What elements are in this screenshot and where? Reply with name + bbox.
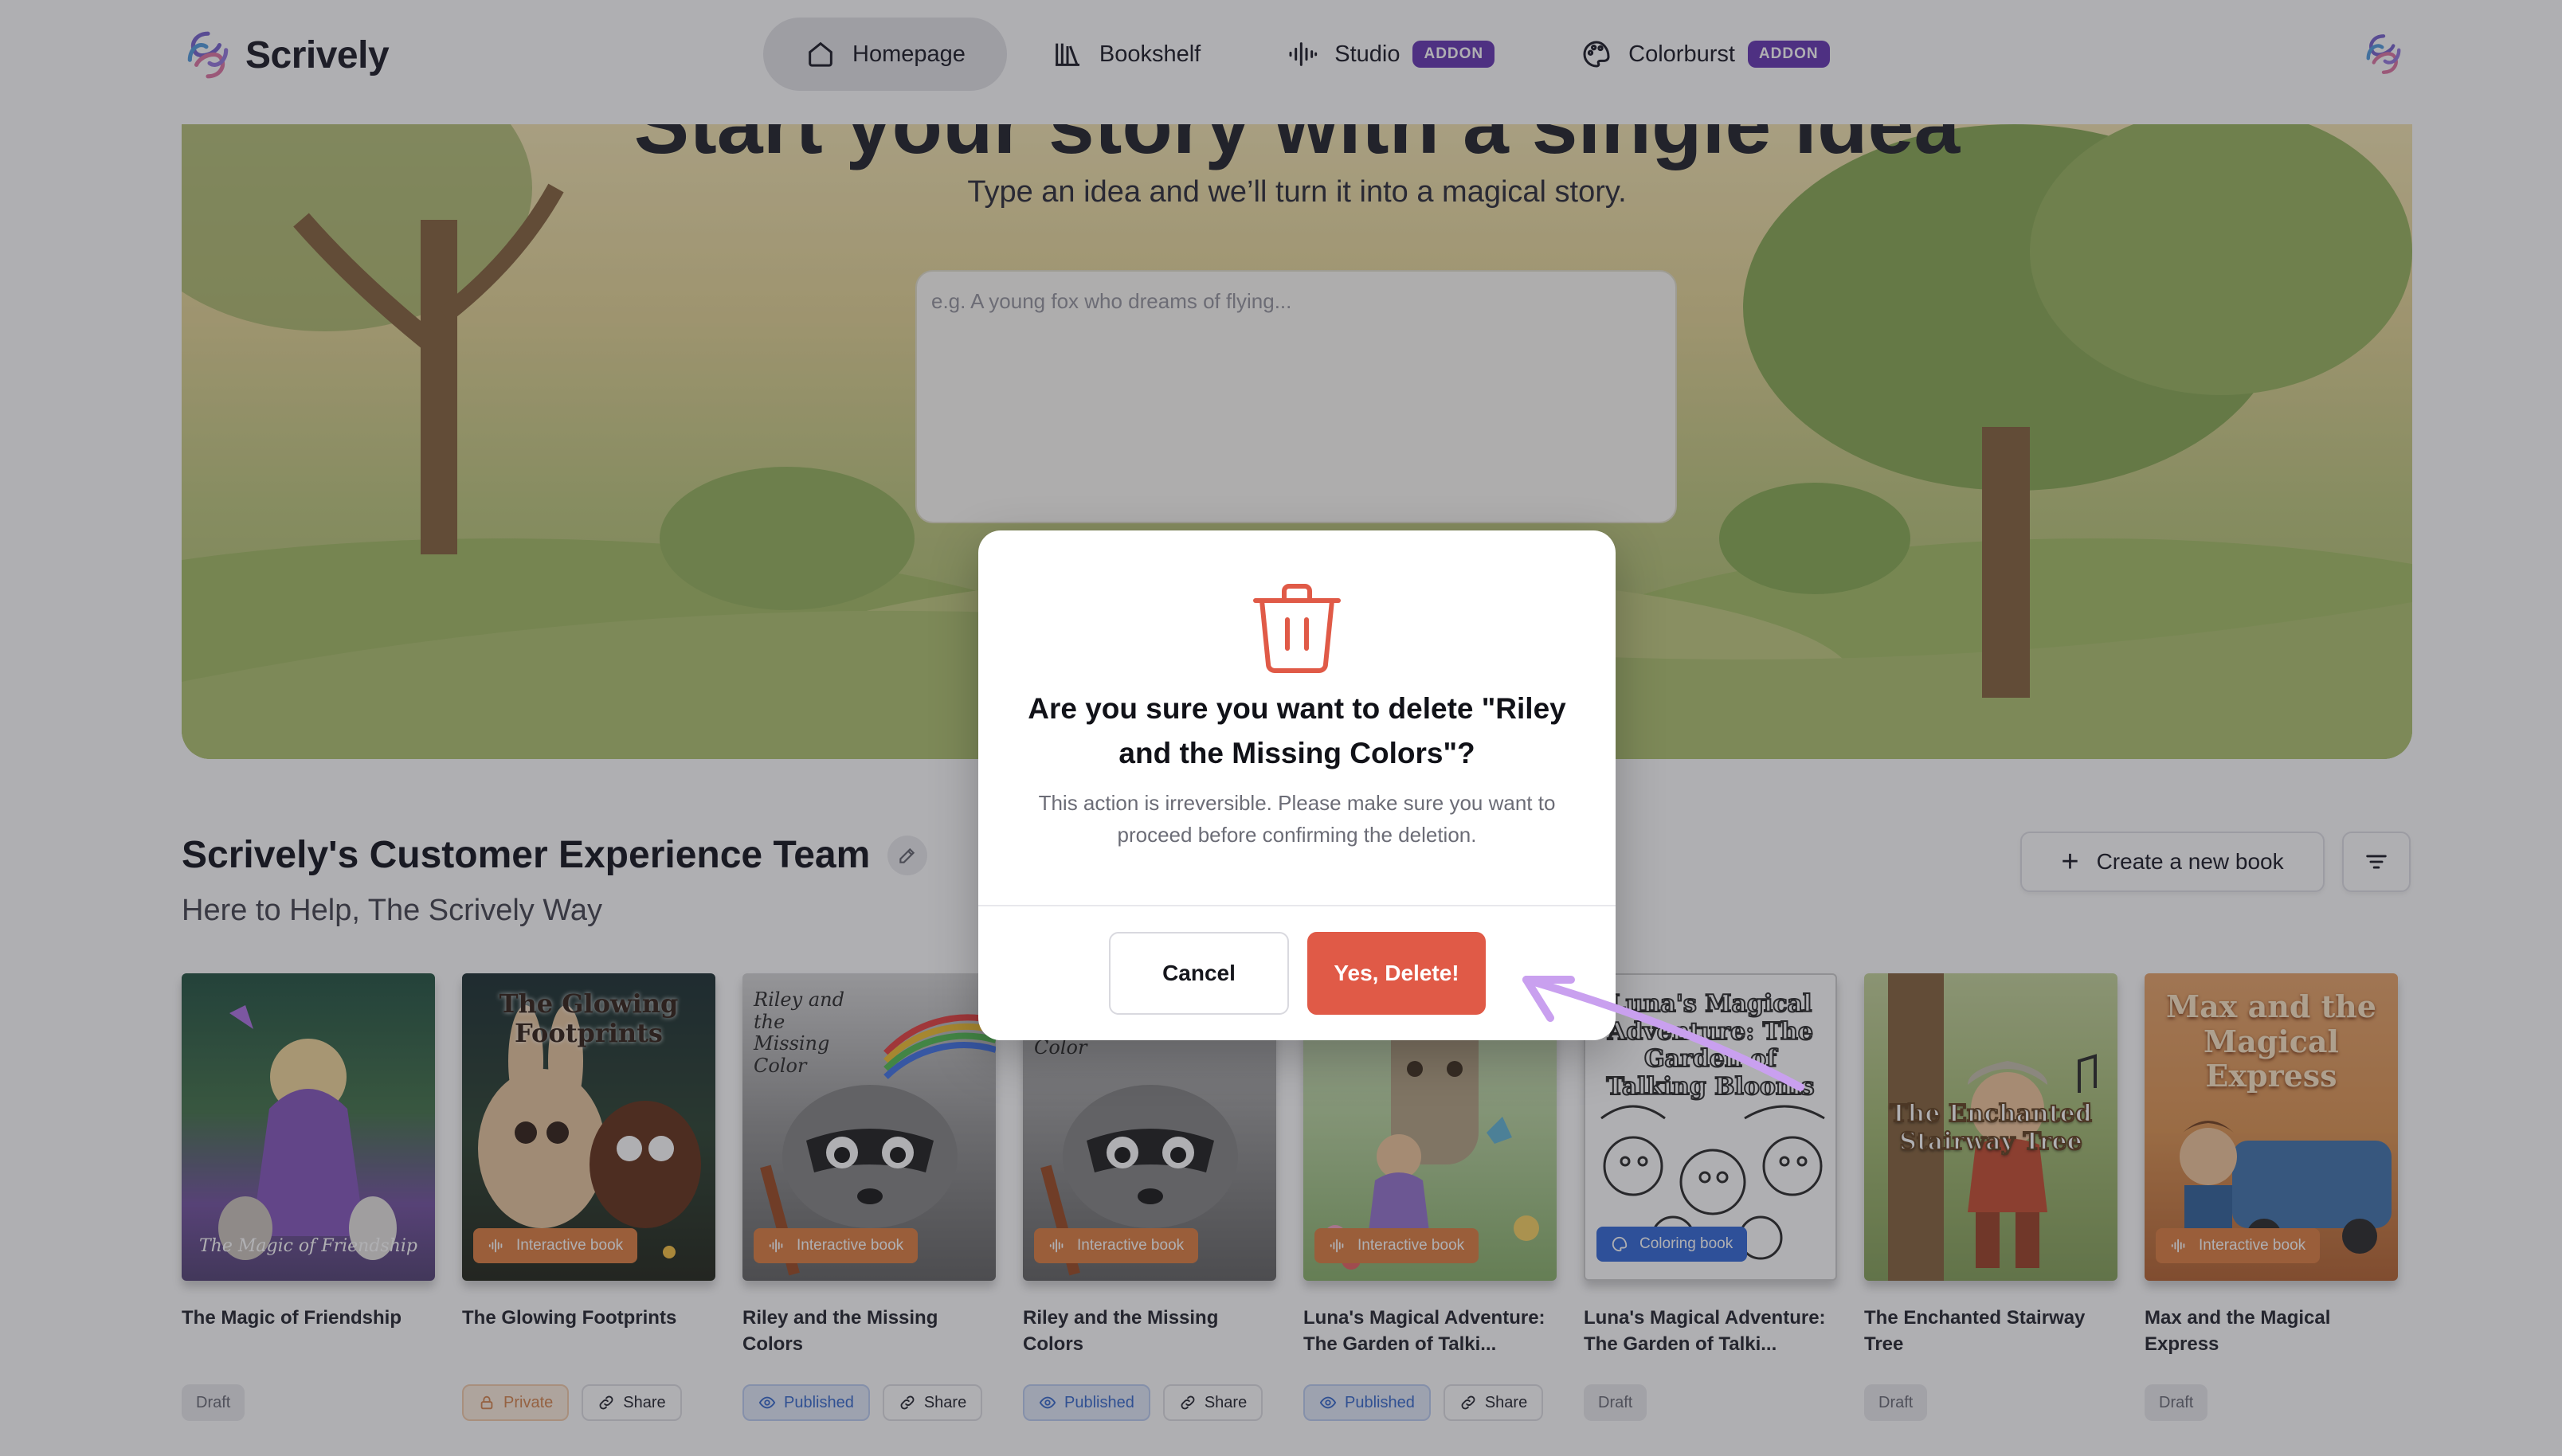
cancel-button[interactable]: Cancel [1109,932,1289,1015]
annotation-arrow-icon [1522,976,1804,1091]
trash-icon [1253,584,1341,673]
confirm-delete-button[interactable]: Yes, Delete! [1307,932,1486,1015]
dialog-message: This action is irreversible. Please make… [1038,791,1556,847]
dialog-divider [978,905,1616,906]
dialog-title: Are you sure you want to delete "Riley a… [1028,692,1566,769]
